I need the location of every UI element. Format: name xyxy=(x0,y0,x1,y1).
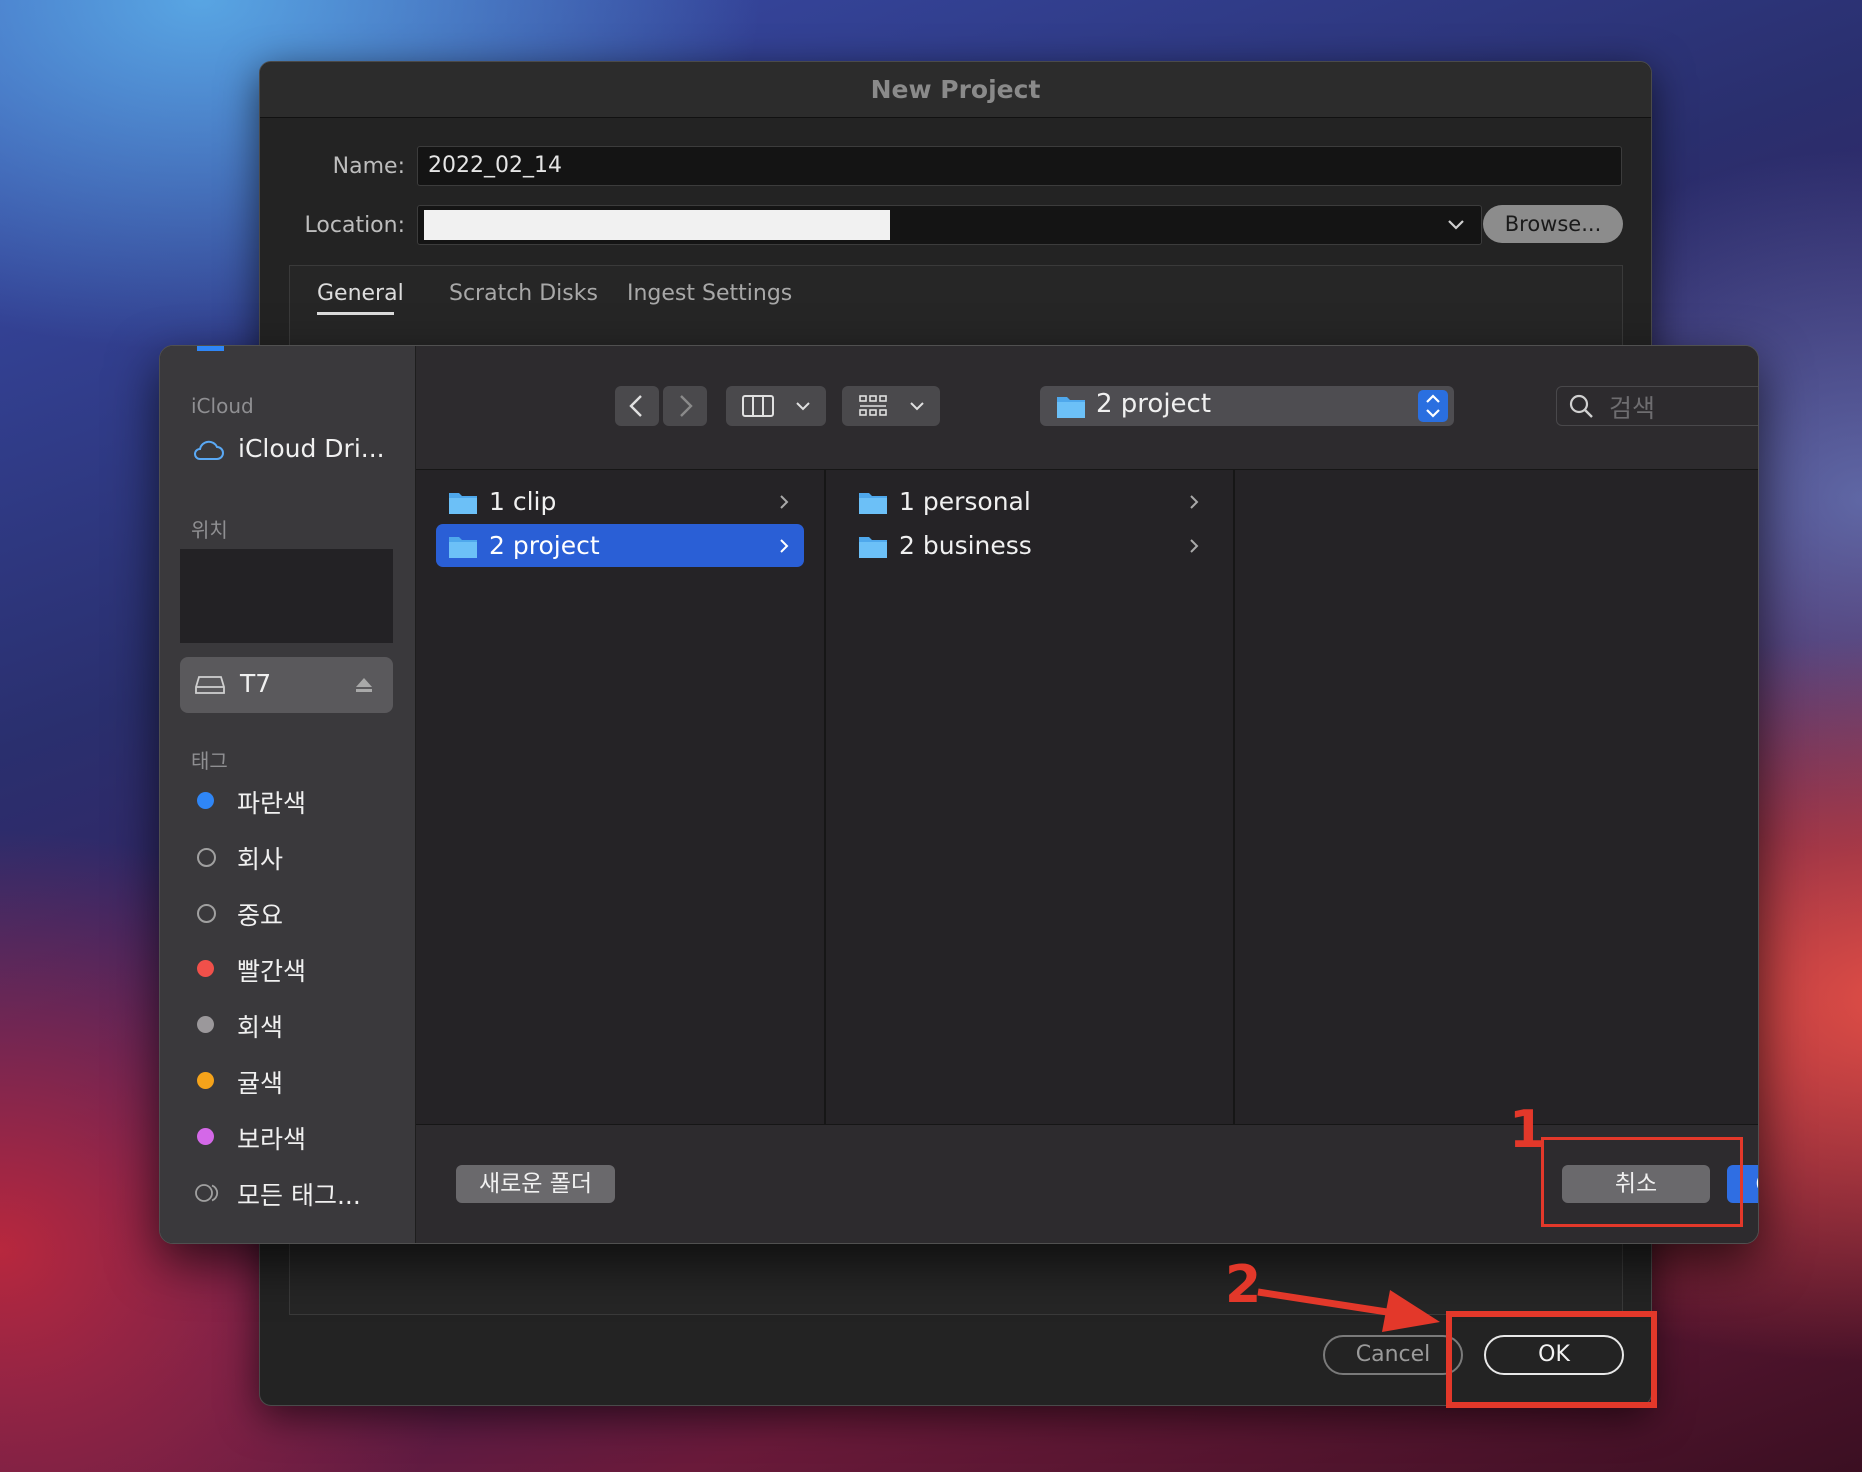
column-browser: 1 clip 2 project 1 personal 2 business xyxy=(416,470,1758,1124)
column-view-icon xyxy=(742,395,774,417)
sidebar-item-redacted[interactable] xyxy=(180,549,393,643)
name-field[interactable]: 2022_02_14 xyxy=(417,146,1622,186)
chevron-right-icon xyxy=(1190,495,1199,509)
folder-icon xyxy=(449,537,477,558)
sidebar-item-label: 중요 xyxy=(237,901,284,930)
chevron-right-icon xyxy=(780,539,789,553)
list-item[interactable]: 2 business xyxy=(846,524,1214,567)
eject-icon[interactable] xyxy=(354,676,374,694)
group-button[interactable] xyxy=(842,386,940,426)
all-tags-icon xyxy=(195,1184,219,1202)
finder-toolbar: 2 project 검색 xyxy=(416,346,1758,470)
external-drive-icon xyxy=(195,676,225,694)
sidebar-tag-purple[interactable]: 보라색 xyxy=(197,1116,397,1156)
search-icon xyxy=(1569,394,1593,418)
annotation-highlight-step-1 xyxy=(1541,1137,1743,1227)
folder-icon xyxy=(859,493,887,514)
column-divider xyxy=(1233,470,1235,1124)
annotation-highlight-step-2 xyxy=(1446,1311,1657,1408)
forward-button[interactable] xyxy=(663,386,707,426)
tab-general[interactable]: General xyxy=(317,281,404,306)
name-label: Name: xyxy=(332,154,405,179)
tab-scratch-disks[interactable]: Scratch Disks xyxy=(449,281,598,306)
folder-icon xyxy=(449,493,477,514)
list-item[interactable]: 1 personal xyxy=(846,480,1214,523)
name-field-value: 2022_02_14 xyxy=(428,153,562,178)
sidebar-tag-company[interactable]: 회사 xyxy=(197,836,397,876)
sidebar-item-label: iCloud Dri... xyxy=(238,434,385,463)
list-item-label: 2 project xyxy=(489,531,600,560)
tag-color-dot xyxy=(197,1128,214,1145)
folder-icon xyxy=(1057,397,1085,418)
tag-empty-ring xyxy=(197,848,216,867)
tag-color-dot xyxy=(197,1072,214,1089)
sidebar-item-label: 모든 태그... xyxy=(237,1181,361,1210)
view-mode-button[interactable] xyxy=(726,386,826,426)
sidebar-item-label: 보라색 xyxy=(237,1125,307,1154)
chevron-right-icon xyxy=(1190,539,1199,553)
sidebar-section-locations: 위치 xyxy=(191,518,228,542)
path-popup-button[interactable]: 2 project xyxy=(1040,386,1454,426)
sidebar-tag-important[interactable]: 중요 xyxy=(197,892,397,932)
scroll-indicator xyxy=(197,346,224,351)
list-item-label: 1 clip xyxy=(489,487,557,516)
sidebar-item-label: 회사 xyxy=(237,845,284,874)
sidebar-item-label: 파란색 xyxy=(237,789,307,818)
sidebar-item-label: T7 xyxy=(240,669,272,698)
search-placeholder: 검색 xyxy=(1609,394,1656,423)
sidebar-section-tags: 태그 xyxy=(191,749,228,773)
list-item[interactable]: 1 clip xyxy=(436,480,804,523)
annotation-number-1: 1 xyxy=(1509,1100,1546,1160)
list-item-label: 1 personal xyxy=(899,487,1031,516)
sidebar-item-icloud-drive[interactable]: iCloud Dri... xyxy=(191,432,391,468)
new-folder-button[interactable]: 새로운 폴더 xyxy=(456,1165,615,1203)
path-label: 2 project xyxy=(1096,389,1212,419)
tag-color-dot xyxy=(197,792,214,809)
sidebar-tag-blue[interactable]: 파란색 xyxy=(197,780,397,820)
sidebar-tag-gray[interactable]: 회색 xyxy=(197,1004,397,1044)
sidebar-item-label: 빨간색 xyxy=(237,957,307,986)
chevron-down-icon xyxy=(1448,220,1464,230)
location-redacted-value xyxy=(424,210,890,240)
location-label: Location: xyxy=(304,213,405,238)
window-title: New Project xyxy=(870,75,1041,104)
annotation-arrow-icon xyxy=(1257,1288,1440,1332)
sidebar-item-t7[interactable]: T7 xyxy=(180,657,393,713)
tag-color-dot xyxy=(197,960,214,977)
chevron-left-icon xyxy=(629,395,642,417)
sidebar-all-tags[interactable]: 모든 태그... xyxy=(195,1172,407,1212)
back-button[interactable] xyxy=(615,386,659,426)
grid-icon xyxy=(859,395,887,416)
chevron-down-icon xyxy=(910,402,924,411)
chevron-down-icon xyxy=(796,402,810,411)
browse-button[interactable]: Browse... xyxy=(1483,205,1623,243)
location-select[interactable] xyxy=(417,205,1482,245)
up-down-chevrons-icon xyxy=(1418,390,1448,422)
tag-color-dot xyxy=(197,1016,214,1033)
sidebar-section-icloud: iCloud xyxy=(191,394,254,418)
cloud-icon xyxy=(194,440,224,460)
chevron-right-icon xyxy=(680,395,693,417)
column-divider xyxy=(824,470,826,1124)
search-input[interactable]: 검색 xyxy=(1556,386,1758,426)
sidebar-tag-red[interactable]: 빨간색 xyxy=(197,948,397,988)
sidebar-item-label: 귤색 xyxy=(237,1069,284,1098)
sidebar-item-label: 회색 xyxy=(237,1013,284,1042)
active-tab-underline xyxy=(317,312,394,315)
list-item-label: 2 business xyxy=(899,531,1032,560)
cancel-button[interactable]: Cancel xyxy=(1323,1335,1463,1375)
chevron-right-icon xyxy=(780,495,789,509)
list-item-selected[interactable]: 2 project xyxy=(436,524,804,567)
sidebar-tag-orange[interactable]: 귤색 xyxy=(197,1060,397,1100)
folder-icon xyxy=(859,537,887,558)
tag-empty-ring xyxy=(197,904,216,923)
tab-ingest-settings[interactable]: Ingest Settings xyxy=(627,281,792,306)
finder-sidebar: iCloud iCloud Dri... 위치 T7 태그 파란색 회사 중요 … xyxy=(160,346,416,1243)
